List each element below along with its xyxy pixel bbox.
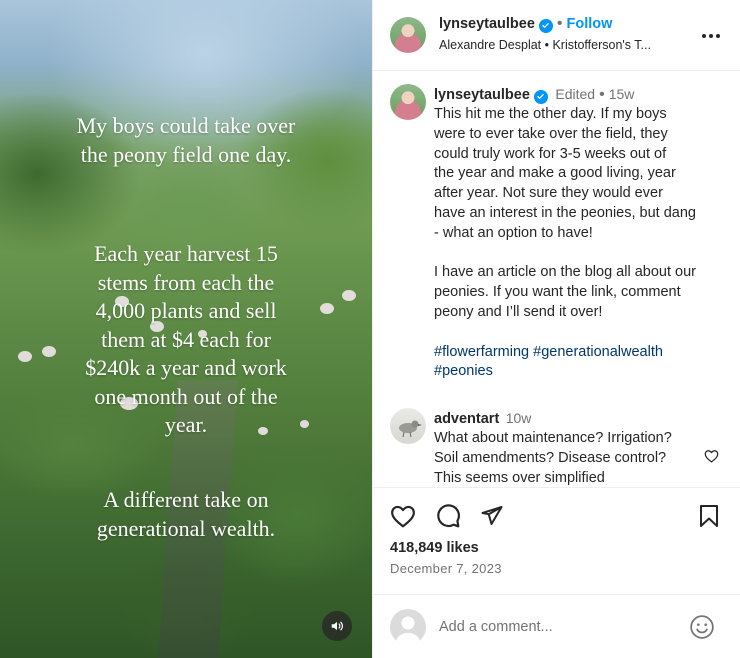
caption-line: This hit me the other day. If my boys <box>434 106 667 122</box>
caption: lynseytaulbee Edited • 15w This hit me the… <box>434 84 734 382</box>
heart-icon <box>391 505 415 528</box>
follow-button[interactable]: Follow <box>567 16 613 32</box>
bird-avatar-icon <box>399 420 422 438</box>
avatar[interactable] <box>390 84 426 120</box>
speech-bubble-icon <box>437 504 460 528</box>
sound-toggle-button[interactable] <box>322 611 352 641</box>
comment-username[interactable]: adventart <box>434 411 499 427</box>
overlay-text-line: A different take on <box>103 487 269 512</box>
add-comment-bar <box>373 594 740 658</box>
verified-badge-icon <box>538 18 553 33</box>
comment-item: adventart 10w What about maintenance? Ir… <box>434 408 704 486</box>
overlay-text-line: them at $4 each for <box>101 326 271 352</box>
overlay-text-line: stems from each the <box>97 269 275 295</box>
verified-badge-icon <box>533 89 548 104</box>
comment-meta-row: adventart 10w <box>434 408 704 429</box>
overlay-text-line: 4,000 plants and sell <box>95 298 277 323</box>
caption-line: after year. Not sure they would ever <box>434 185 663 202</box>
caption-line: peony and I’ll send it over! <box>434 303 603 320</box>
likes-count[interactable]: 418,849 likes <box>390 540 479 556</box>
user-avatar <box>390 609 426 645</box>
caption-line: could truly work for 3-5 weeks out of <box>434 145 667 162</box>
emoji-button[interactable] <box>688 613 716 641</box>
caption-line: the year and make a good living, year <box>434 165 676 182</box>
hashtag-link[interactable]: #generationalwealth <box>533 344 663 360</box>
bookmark-icon <box>700 505 718 527</box>
hashtag-link[interactable]: #flowerfarming <box>434 344 529 360</box>
caption-body: This hit me the other day. If my boys we… <box>434 105 734 382</box>
comment-line: Soil amendments? Disease control? <box>434 449 667 466</box>
comment-line: What about maintenance? Irrigation? <box>434 430 672 446</box>
heart-icon <box>704 450 718 463</box>
post-date[interactable]: December 7, 2023 <box>390 561 502 576</box>
post-details-panel: lynseytaulbee • Follow Alexandre Desplat •… <box>372 0 740 658</box>
overlay-text-line: $240k a year and work <box>85 355 287 380</box>
overlay-text-line: the peony field one day. <box>80 141 292 167</box>
caption-line: have an interest in the peonies, but dan… <box>434 204 696 221</box>
overlay-text-body: Each year harvest 15 stems from each the… <box>0 240 372 440</box>
caption-meta-row: lynseytaulbee Edited • 15w <box>434 84 734 105</box>
header-username[interactable]: lynseytaulbee <box>439 16 535 32</box>
comment-time[interactable]: 10w <box>506 410 532 426</box>
separator-dot: • <box>556 15 563 32</box>
comments-list[interactable]: lynseytaulbee Edited • 15w This hit me the… <box>373 72 740 486</box>
post-media[interactable]: My boys could take over the peony field … <box>0 0 372 658</box>
header-title-row: lynseytaulbee • Follow <box>439 15 612 33</box>
comment-button[interactable] <box>434 502 462 530</box>
emoji-smile-icon <box>690 615 714 639</box>
overlay-text-line: Each year harvest 15 <box>94 241 278 266</box>
overlay-text-line: generational wealth. <box>96 515 276 541</box>
hashtag-link[interactable]: #peonies <box>434 363 493 379</box>
avatar[interactable] <box>390 17 426 53</box>
overlay-text-line: year. <box>164 412 208 437</box>
overlay-text-line: My boys could take over <box>76 113 296 138</box>
caption-time[interactable]: 15w <box>609 86 635 102</box>
caption-line: were to ever take over the field, they <box>434 125 668 142</box>
more-options-icon[interactable] <box>699 27 723 45</box>
caption-line: peonies. If you want the link, comment <box>434 284 681 301</box>
comment-like-button[interactable] <box>703 448 719 464</box>
comment-line: This seems over simplified <box>434 469 605 486</box>
avatar[interactable] <box>390 408 426 444</box>
overlay-text-closing: A different take on generational wealth. <box>0 486 372 543</box>
overlay-text-intro: My boys could take over the peony field … <box>0 112 372 169</box>
default-avatar-icon <box>396 616 420 645</box>
post-actions: 418,849 likes December 7, 2023 <box>373 487 740 587</box>
caption-username[interactable]: lynseytaulbee <box>434 87 530 103</box>
overlay-text-line: one month out of the <box>94 383 278 409</box>
separator-dot: • <box>599 86 605 103</box>
comment-input[interactable] <box>439 615 669 639</box>
speaker-icon <box>331 621 343 631</box>
comment-body: What about maintenance? Irrigation? Soil… <box>434 429 704 486</box>
edited-label: Edited <box>555 86 596 102</box>
caption-line: I have an article on the blog all about … <box>434 264 696 281</box>
post-header: lynseytaulbee • Follow Alexandre Desplat •… <box>373 0 740 71</box>
like-button[interactable] <box>389 502 417 530</box>
audio-attribution[interactable]: Alexandre Desplat • Kristofferson's T... <box>439 38 651 52</box>
caption-line: - what an option to have! <box>434 224 593 241</box>
share-button[interactable] <box>477 502 505 530</box>
hashtag-row: #flowerfarming #generationalwealth <box>434 343 734 363</box>
paper-plane-icon <box>481 506 502 525</box>
save-button[interactable] <box>695 502 723 530</box>
